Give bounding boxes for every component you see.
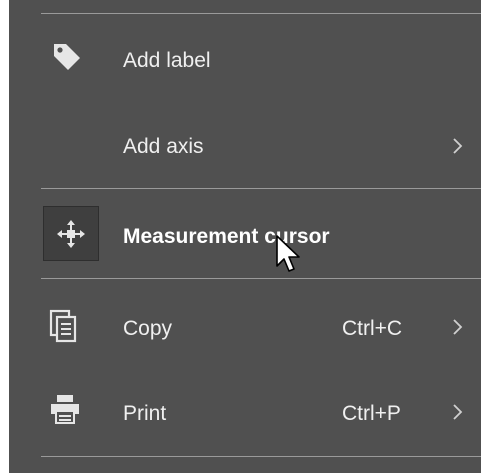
menu-divider <box>41 13 481 14</box>
menu-item-add-label[interactable]: Add label <box>9 16 481 104</box>
measurement-cursor-icon-box <box>43 206 99 261</box>
menu-item-label: Print <box>123 402 167 425</box>
chevron-right-icon <box>453 319 463 335</box>
menu-item-shortcut: Ctrl+P <box>342 402 401 425</box>
tag-icon <box>54 44 80 70</box>
chevron-right-icon <box>453 404 463 420</box>
menu-item-shortcut: Ctrl+C <box>342 317 403 340</box>
menu-item-label: Add label <box>123 49 211 72</box>
menu-divider <box>41 188 481 189</box>
chevron-right-icon <box>453 138 463 154</box>
menu-item-print[interactable]: Print Ctrl+P <box>9 368 481 456</box>
context-menu: Add label Add axis Measurement cursor Co… <box>9 0 481 473</box>
menu-item-label: Add axis <box>123 135 204 158</box>
menu-item-add-axis[interactable]: Add axis <box>9 102 481 190</box>
menu-item-copy[interactable]: Copy Ctrl+C <box>9 282 481 370</box>
printer-icon <box>51 395 79 424</box>
menu-item-label: Copy <box>123 317 173 340</box>
copy-icon <box>49 309 77 343</box>
mouse-pointer-icon <box>276 235 300 272</box>
menu-divider <box>41 278 481 279</box>
crosshair-move-icon <box>57 220 85 248</box>
menu-divider <box>41 456 481 457</box>
